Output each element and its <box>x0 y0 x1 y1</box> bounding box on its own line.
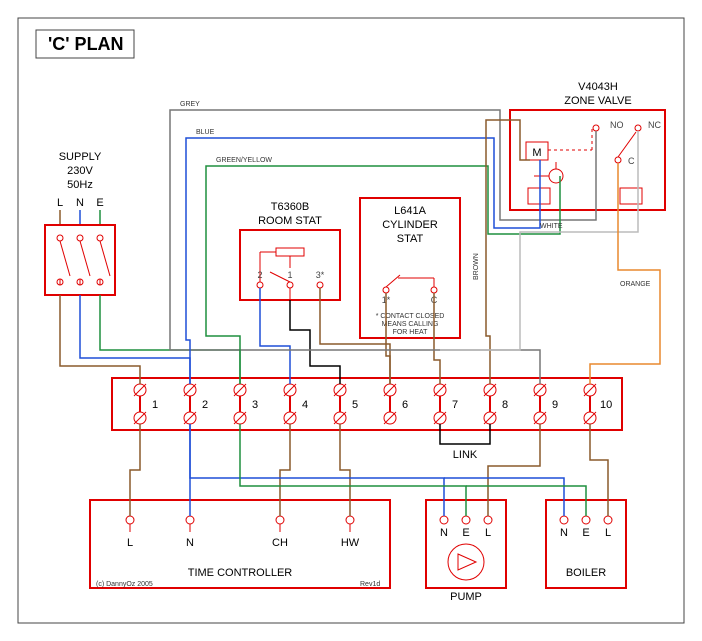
pump-N: N <box>440 527 448 539</box>
boiler-L: L <box>605 527 611 539</box>
supply-voltage: 230V <box>67 165 93 177</box>
wire-rs-2 <box>260 288 290 384</box>
wire-jt9-pumpL <box>488 424 540 516</box>
supply-L: L <box>57 197 63 209</box>
zone-NO: NO <box>610 120 624 130</box>
wire-jt4-tcCH <box>280 424 290 516</box>
cylstat-n3: FOR HEAT <box>393 329 429 336</box>
wire-supply-N <box>80 295 190 384</box>
pump-E: E <box>462 527 469 539</box>
zone-valve-block: V4043H ZONE VALVE M NO NC C <box>510 81 665 210</box>
roomstat-t2: 1 <box>287 270 292 280</box>
roomstat-l2: ROOM STAT <box>258 215 322 227</box>
zone-M: M <box>532 147 541 159</box>
jt10: 10 <box>600 399 612 411</box>
jt1: 1 <box>152 399 158 411</box>
wire-zv-brown <box>486 120 530 384</box>
jt2: 2 <box>202 399 208 411</box>
jt6: 6 <box>402 399 408 411</box>
boiler-E: E <box>582 527 589 539</box>
diagram-title: 'C' PLAN <box>48 34 124 54</box>
jt4: 4 <box>302 399 308 411</box>
jt3: 3 <box>252 399 258 411</box>
tc-label: TIME CONTROLLER <box>188 567 293 579</box>
cylstat-n2: MEANS CALLING <box>382 321 439 328</box>
cylstat-l1: L641A <box>394 205 426 217</box>
zone-l2: ZONE VALVE <box>564 95 631 107</box>
tc-L: L <box>127 537 133 549</box>
lbl-orange: ORANGE <box>620 281 651 288</box>
tc-N: N <box>186 537 194 549</box>
wire-jt1-tcL <box>130 424 140 516</box>
wire-jt3-pumpE <box>240 424 466 516</box>
wire-jt2-pumpN <box>190 424 444 516</box>
wiring-diagram: 'C' PLAN SUPPLY 230V 50Hz L N E T6360B R… <box>0 0 702 641</box>
wire-zv-orange <box>590 210 660 384</box>
supply-block: SUPPLY 230V 50Hz L N E <box>45 151 115 295</box>
jt7: 7 <box>452 399 458 411</box>
link-wire <box>440 424 490 444</box>
link-label: LINK <box>453 449 478 461</box>
wire-rs-3 <box>320 288 390 384</box>
jt5: 5 <box>352 399 358 411</box>
tc-rev: Rev1d <box>360 581 380 588</box>
roomstat-t3: 3* <box>316 270 325 280</box>
room-stat-block: T6360B ROOM STAT 2 1 3* <box>240 201 340 300</box>
supply-N: N <box>76 197 84 209</box>
zone-NC: NC <box>648 120 661 130</box>
boiler-N: N <box>560 527 568 539</box>
wire-jt5-tcHW <box>340 424 350 516</box>
boiler-label: BOILER <box>566 567 606 579</box>
cylstat-l2: CYLINDER <box>382 219 438 231</box>
roomstat-l1: T6360B <box>271 201 310 213</box>
zone-C: C <box>628 156 635 166</box>
zone-l1: V4043H <box>578 81 618 93</box>
wire-rs-1 <box>290 300 340 384</box>
lbl-white: WHITE <box>540 223 563 230</box>
supply-E: E <box>96 197 103 209</box>
lbl-grey: GREY <box>180 101 200 108</box>
supply-freq: 50Hz <box>67 179 93 191</box>
roomstat-t1: 2 <box>257 270 262 280</box>
wire-jt10-boilerL <box>590 424 608 516</box>
wire-zv-white <box>440 210 638 350</box>
tc-CH: CH <box>272 537 288 549</box>
pump-label: PUMP <box>450 591 482 603</box>
supply-label: SUPPLY <box>59 151 102 163</box>
cylinder-stat-block: L641A CYLINDER STAT 1* C * CONTACT CLOSE… <box>360 198 460 338</box>
jt9: 9 <box>552 399 558 411</box>
tc-HW: HW <box>341 537 360 549</box>
cylstat-l3: STAT <box>397 233 424 245</box>
jt8: 8 <box>502 399 508 411</box>
lbl-blue: BLUE <box>196 129 215 136</box>
time-controller-block: L N CH HW TIME CONTROLLER (c) DannyOz 20… <box>90 500 390 588</box>
tc-copy: (c) DannyOz 2005 <box>96 581 153 588</box>
pump-L: L <box>485 527 491 539</box>
junction-strip: 1 2 3 4 5 6 7 8 9 10 <box>112 378 622 430</box>
lbl-gy: GREEN/YELLOW <box>216 157 272 164</box>
lbl-brown: BROWN <box>473 253 480 280</box>
